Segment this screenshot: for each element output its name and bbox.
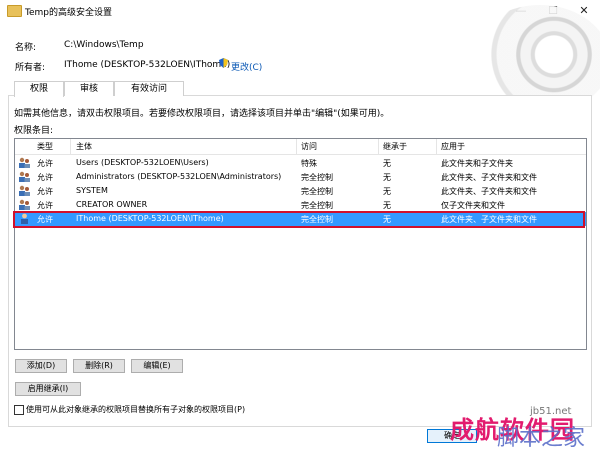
owner-label: 所有者:: [15, 63, 46, 73]
tab-permissions[interactable]: 权限: [14, 81, 64, 97]
table-row[interactable]: 允许 SYSTEM 完全控制 无 此文件夹、子文件夹和文件: [15, 184, 586, 198]
tab-effective-access[interactable]: 有效访问: [114, 81, 184, 96]
name-value: C:\Windows\Temp: [64, 40, 144, 50]
change-owner-link[interactable]: 更改(C): [231, 60, 262, 73]
tab-auditing[interactable]: 审核: [64, 81, 114, 96]
window-title: Temp的高级安全设置: [25, 8, 112, 18]
entry-inherited: 无: [383, 187, 391, 196]
name-label: 名称:: [15, 43, 37, 53]
entry-applies: 仅子文件夹和文件: [441, 201, 505, 210]
replace-child-permissions-label: 使用可从此对象继承的权限项目替换所有子对象的权限项目(P): [26, 405, 246, 414]
users-icon: [19, 157, 30, 168]
entry-access: 完全控制: [301, 173, 333, 182]
list-header: 类型 主体 访问 继承于 应用于: [15, 139, 586, 155]
entry-applies: 此文件夹、子文件夹和文件: [441, 215, 537, 224]
owner-value: IThome (DESKTOP-532LOEN\IThome): [64, 60, 231, 70]
entry-applies: 此文件夹和子文件夹: [441, 159, 513, 168]
table-row-selected[interactable]: 允许 IThome (DESKTOP-532LOEN\IThome) 完全控制 …: [15, 212, 586, 226]
entry-type: 允许: [37, 159, 53, 168]
folder-icon: [7, 5, 22, 17]
table-row[interactable]: 允许 Administrators (DESKTOP-532LOEN\Admin…: [15, 170, 586, 184]
watermark-logo-text: 脚本之家: [497, 426, 586, 451]
entry-principal: Administrators (DESKTOP-532LOEN\Administ…: [76, 172, 282, 181]
column-applies-to[interactable]: 应用于: [441, 141, 465, 152]
entry-inherited: 无: [383, 159, 391, 168]
entry-principal: CREATOR OWNER: [76, 200, 148, 209]
users-icon: [19, 185, 30, 196]
entry-principal: IThome (DESKTOP-532LOEN\IThome): [76, 214, 224, 223]
entry-inherited: 无: [383, 173, 391, 182]
permission-entries-list[interactable]: 类型 主体 访问 继承于 应用于 允许 Users (DESKTOP-532LO…: [14, 138, 587, 350]
table-row[interactable]: 允许 Users (DESKTOP-532LOEN\Users) 特殊 无 此文…: [15, 156, 586, 170]
column-access[interactable]: 访问: [301, 141, 317, 152]
column-principal[interactable]: 主体: [76, 141, 92, 152]
entry-access: 完全控制: [301, 215, 333, 224]
column-inherited-from[interactable]: 继承于: [383, 141, 407, 152]
entry-access: 完全控制: [301, 187, 333, 196]
entry-principal: SYSTEM: [76, 186, 108, 195]
add-button[interactable]: 添加(D): [15, 359, 67, 373]
remove-button[interactable]: 删除(R): [73, 359, 125, 373]
users-icon: [19, 171, 30, 182]
permission-entries-label: 权限条目:: [14, 126, 54, 136]
entry-applies: 此文件夹、子文件夹和文件: [441, 173, 537, 182]
user-icon: [21, 213, 28, 224]
watermark-url: jb51.net: [530, 406, 572, 417]
column-type[interactable]: 类型: [37, 141, 53, 152]
users-icon: [19, 199, 30, 210]
entry-type: 允许: [37, 173, 53, 182]
entry-inherited: 无: [383, 215, 391, 224]
edit-button[interactable]: 编辑(E): [131, 359, 183, 373]
enable-inheritance-button[interactable]: 启用继承(I): [15, 382, 81, 396]
replace-child-permissions-checkbox[interactable]: [14, 405, 24, 415]
entry-access: 特殊: [301, 159, 317, 168]
entry-principal: Users (DESKTOP-532LOEN\Users): [76, 158, 209, 167]
entry-type: 允许: [37, 215, 53, 224]
entry-inherited: 无: [383, 201, 391, 210]
shield-icon: [219, 58, 228, 68]
entry-applies: 此文件夹、子文件夹和文件: [441, 187, 537, 196]
entry-access: 完全控制: [301, 201, 333, 210]
table-row[interactable]: 允许 CREATOR OWNER 完全控制 无 仅子文件夹和文件: [15, 198, 586, 212]
entry-type: 允许: [37, 201, 53, 210]
entry-type: 允许: [37, 187, 53, 196]
instruction-text: 如需其他信息，请双击权限项目。若要修改权限项目，请选择该项目并单击"编辑"(如果…: [14, 109, 390, 119]
